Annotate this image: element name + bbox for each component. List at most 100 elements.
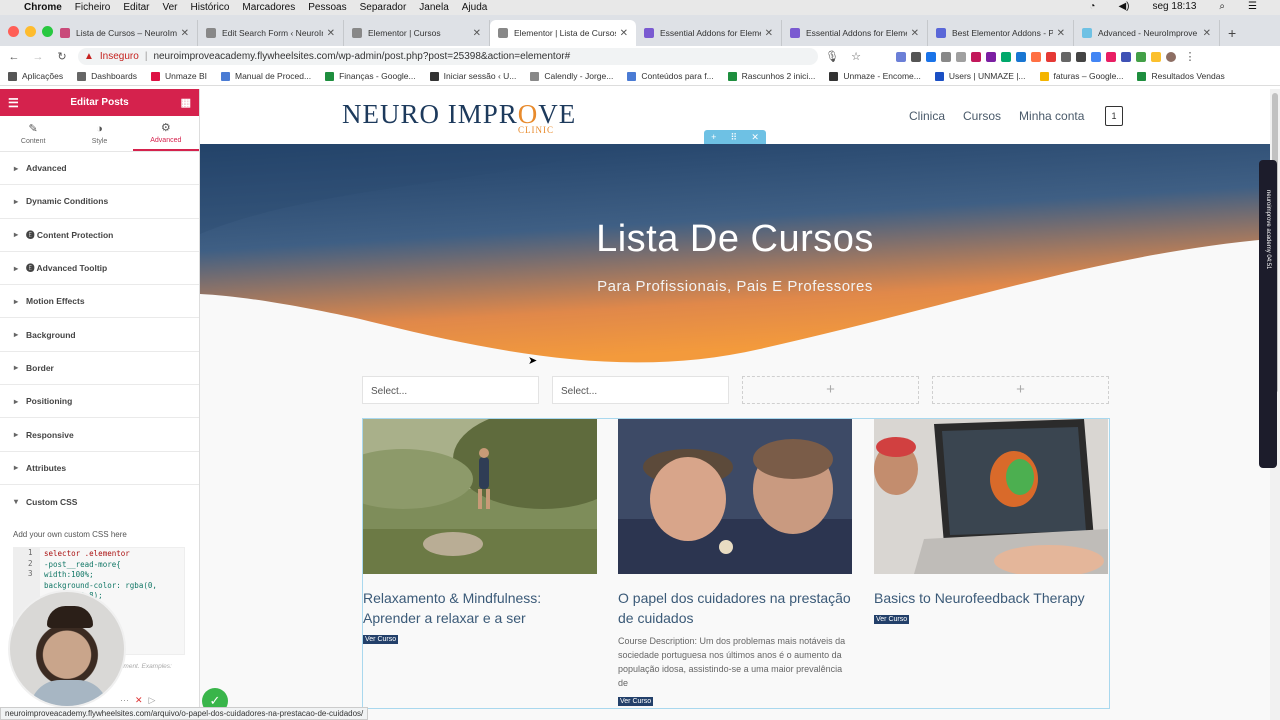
tab-close-icon[interactable]: ✕ xyxy=(181,28,189,39)
course-title[interactable]: O papel dos cuidadores na prestação de c… xyxy=(618,588,852,628)
add-widget-placeholder[interactable]: + xyxy=(932,376,1109,404)
extension-icon[interactable] xyxy=(1106,51,1116,62)
drag-section-icon[interactable]: ⠿ xyxy=(731,132,738,143)
bookmark-item[interactable]: Manual de Proced... xyxy=(221,71,311,81)
recording-widget[interactable]: neuroimprove academy 04:51 xyxy=(1259,160,1277,468)
course-title[interactable]: Basics to Neurofeedback Therapy xyxy=(874,588,1108,608)
tab-close-icon[interactable]: ✕ xyxy=(911,28,919,39)
minimize-window-button[interactable] xyxy=(25,26,36,37)
bookmark-item[interactable]: Users | UNMAZE |... xyxy=(934,71,1026,81)
extension-icon[interactable] xyxy=(1136,51,1146,62)
extension-icon[interactable] xyxy=(1091,51,1101,62)
reload-icon[interactable]: ↻ xyxy=(52,50,72,63)
course-title[interactable]: Relaxamento & Mindfulness: Aprender a re… xyxy=(363,588,597,628)
browser-tab[interactable]: Advanced - NeuroImprove ✕ xyxy=(1074,20,1220,46)
course-thumbnail[interactable] xyxy=(874,419,1108,574)
menu-editar[interactable]: Editar xyxy=(123,2,149,13)
browser-tab[interactable]: Edit Search Form ‹ NeuroIm ✕ xyxy=(198,20,344,46)
clock[interactable]: seg 18:13 xyxy=(1152,1,1196,12)
tab-close-icon[interactable]: ✕ xyxy=(1203,28,1211,39)
filter-select[interactable]: Select... xyxy=(362,376,539,404)
extension-icon[interactable] xyxy=(1046,51,1056,62)
menu-marcadores[interactable]: Marcadores xyxy=(242,2,295,13)
tab-close-icon[interactable]: ✕ xyxy=(1057,28,1065,39)
volume-icon[interactable]: ◀) xyxy=(1118,1,1129,12)
preview-icon[interactable]: ▷ xyxy=(149,695,156,706)
bookmark-item[interactable]: Dashboards xyxy=(77,71,137,81)
section-motion-effects[interactable]: Motion Effects xyxy=(0,285,199,319)
security-warning-icon[interactable]: ▲ xyxy=(84,51,94,62)
section-responsive[interactable]: Responsive xyxy=(0,418,199,452)
url-text[interactable]: neuroimproveacademy.flywheelsites.com/wp… xyxy=(153,51,570,62)
menu-ficheiro[interactable]: Ficheiro xyxy=(75,2,111,13)
menu-ver[interactable]: Ver xyxy=(163,2,178,13)
nav-cursos[interactable]: Cursos xyxy=(963,109,1001,123)
site-logo[interactable]: NEURO IMPROVE CLINIC xyxy=(342,99,576,135)
section-border[interactable]: Border xyxy=(0,351,199,386)
tab-content[interactable]: ✎ Content xyxy=(0,116,66,151)
course-thumbnail[interactable] xyxy=(618,419,852,574)
extension-icon[interactable] xyxy=(1121,51,1131,62)
bookmark-item[interactable]: Unmaze BI xyxy=(150,71,207,81)
section-attributes[interactable]: Attributes xyxy=(0,451,199,485)
add-section-icon[interactable]: + xyxy=(711,132,716,142)
read-more-button[interactable]: Ver Curso xyxy=(618,697,654,706)
nav-minha-conta[interactable]: Minha conta xyxy=(1019,109,1084,123)
bookmark-item[interactable]: Unmaze - Encome... xyxy=(829,71,921,81)
bookmark-item[interactable]: Conteúdos para f... xyxy=(627,71,714,81)
bookmark-item[interactable]: Calendly - Jorge... xyxy=(530,71,613,81)
section-custom-css[interactable]: Custom CSS xyxy=(0,484,199,519)
wifi-icon[interactable]: ◔ xyxy=(1089,1,1095,12)
bookmark-item[interactable]: Aplicações xyxy=(8,71,63,81)
browser-tab[interactable]: Lista de Cursos – NeuroImp ✕ xyxy=(52,20,198,46)
extension-icon[interactable] xyxy=(971,51,981,62)
tab-close-icon[interactable]: ✕ xyxy=(473,28,481,39)
browser-tab[interactable]: Best Elementor Addons - P ✕ xyxy=(928,20,1074,46)
extension-icon[interactable] xyxy=(926,51,936,62)
url-bar[interactable]: ▲ Inseguro | neuroimproveacademy.flywhee… xyxy=(78,48,818,65)
extension-icon[interactable] xyxy=(1031,51,1041,62)
menu-pessoas[interactable]: Pessoas xyxy=(308,2,346,13)
profile-avatar[interactable] xyxy=(1166,51,1176,62)
nav-clinica[interactable]: Clinica xyxy=(909,109,945,123)
extension-icon[interactable] xyxy=(1016,51,1026,62)
browser-tab-active[interactable]: Elementor | Lista de Cursos ✕ xyxy=(490,20,636,46)
extension-icon[interactable] xyxy=(1076,51,1086,62)
chrome-menu-icon[interactable]: ⋮ xyxy=(1180,50,1200,63)
section-background[interactable]: Background xyxy=(0,318,199,352)
delete-section-icon[interactable]: ✕ xyxy=(751,132,759,143)
menu-chrome[interactable]: Chrome xyxy=(24,2,62,13)
close-window-button[interactable] xyxy=(8,26,19,37)
section-dynamic-conditions[interactable]: Dynamic Conditions xyxy=(0,185,199,219)
bookmark-item[interactable]: Finanças - Google... xyxy=(325,71,416,81)
bookmark-star-icon[interactable]: ☆ xyxy=(846,50,866,63)
close-icon[interactable]: ✕ xyxy=(135,695,143,706)
tab-close-icon[interactable]: ✕ xyxy=(620,28,628,39)
control-center-icon[interactable]: ☰ xyxy=(1248,1,1257,12)
microphone-icon[interactable]: 🎙 xyxy=(822,50,842,63)
menu-separador[interactable]: Separador xyxy=(360,2,407,13)
bookmark-item[interactable]: Resultados Vendas xyxy=(1137,71,1225,81)
extension-icon[interactable] xyxy=(911,51,921,62)
menu-historico[interactable]: Histórico xyxy=(191,2,230,13)
widgets-grid-icon[interactable]: ▦ xyxy=(181,96,191,109)
read-more-button[interactable]: Ver Curso xyxy=(363,635,399,644)
extension-icon[interactable] xyxy=(986,51,996,62)
section-positioning[interactable]: Positioning xyxy=(0,385,199,419)
settings-icon[interactable]: ⋯ xyxy=(120,695,129,706)
section-handle[interactable]: + ⠿ ✕ xyxy=(704,130,766,144)
extension-icon[interactable] xyxy=(896,51,906,62)
security-label[interactable]: Inseguro xyxy=(100,51,139,62)
extension-icon[interactable] xyxy=(1061,51,1071,62)
browser-tab[interactable]: Elementor | Cursos ✕ xyxy=(344,20,490,46)
hamburger-menu-icon[interactable]: ☰ xyxy=(8,96,19,110)
section-content-protection[interactable]: 🅔 Content Protection xyxy=(0,218,199,252)
menu-janela[interactable]: Janela xyxy=(419,2,448,13)
browser-tab[interactable]: Essential Addons for Eleme ✕ xyxy=(782,20,928,46)
menu-ajuda[interactable]: Ajuda xyxy=(462,2,488,13)
tab-style[interactable]: ◑ Style xyxy=(66,116,132,151)
extension-icon[interactable] xyxy=(941,51,951,62)
back-arrow-icon[interactable]: ← xyxy=(4,51,24,63)
zoom-window-button[interactable] xyxy=(42,26,53,37)
section-advanced-tooltip[interactable]: 🅔 Advanced Tooltip xyxy=(0,251,199,286)
